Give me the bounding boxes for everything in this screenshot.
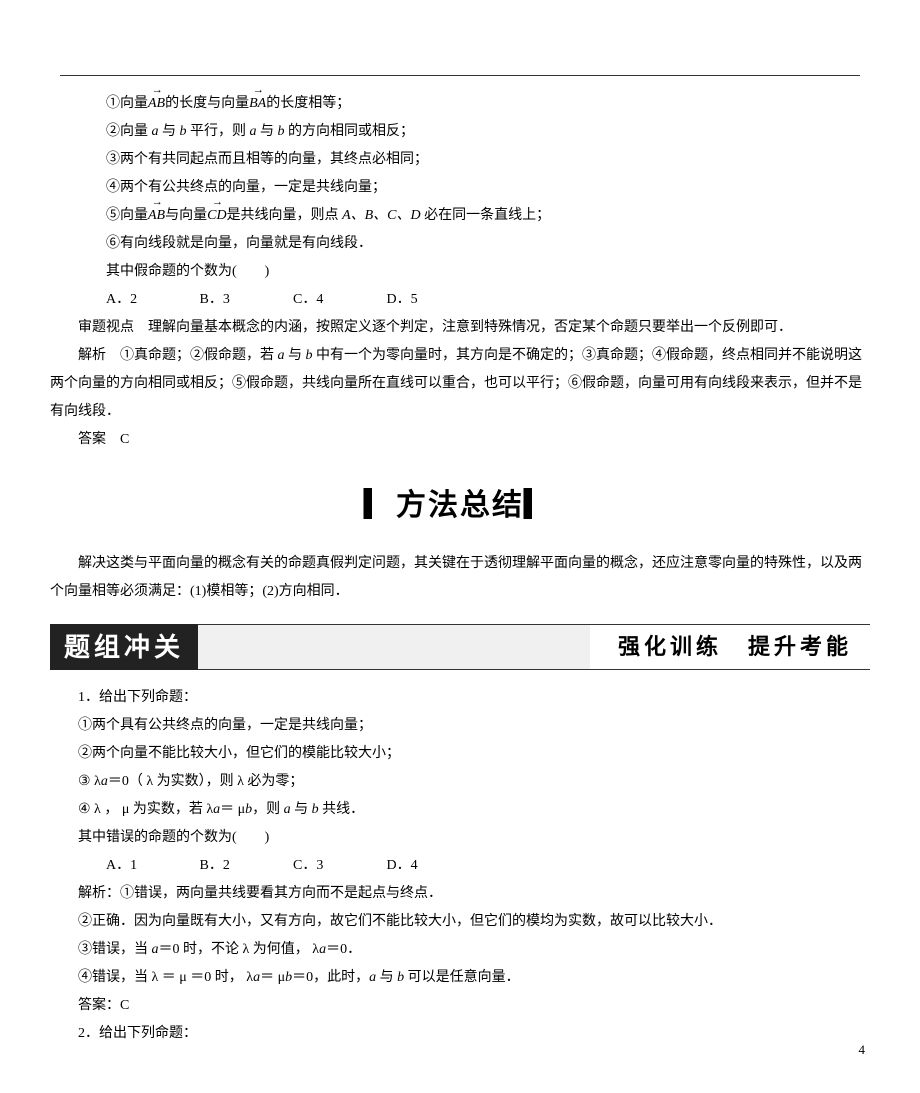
q1-exp-1: 解析：①错误，两向量共线要看其方向而不是起点与终点． [50, 880, 870, 908]
option-a: A．2 [106, 286, 196, 314]
q1-count-question: 其中错误的命题的个数为( ) [50, 824, 870, 852]
points: A、B、C、D [342, 208, 421, 223]
stmt-1: ①向量AB的长度与向量BA的长度相等； [50, 90, 870, 118]
q1-lead: 1．给出下列命题： [50, 684, 870, 712]
q1-stmt-4: ④ λ ， μ 为实数，若 λa＝ μb，则 a 与 b 共线． [50, 796, 870, 824]
text: 与 [285, 348, 306, 363]
count-question: 其中假命题的个数为( ) [50, 258, 870, 286]
var-a: a [101, 774, 108, 789]
text: 的方向相同或相反； [285, 124, 415, 139]
var-b: b [278, 124, 285, 139]
option-b: B．3 [200, 286, 290, 314]
method-summary-title: ▎方法总结▎ [364, 489, 556, 522]
q1-stmt-1: ①两个具有公共终点的向量，一定是共线向量； [50, 712, 870, 740]
text: ＝0 时，不论 λ 为何值， λ [159, 942, 320, 957]
var-a: a [250, 124, 257, 139]
var-b: b [180, 124, 187, 139]
method-summary-body: 解决这类与平面向量的概念有关的命题真假判定问题，其关键在于透彻理解平面向量的概念… [50, 550, 870, 606]
page-body: ①向量AB的长度与向量BA的长度相等； ②向量 a 与 b 平行，则 a 与 b… [50, 90, 870, 1048]
text: 的长度与向量 [165, 96, 249, 111]
band-gap [198, 624, 590, 670]
text: ④错误，当 λ ＝ μ ＝0 时， λ [78, 970, 253, 985]
band-right-title: 强化训练 提升考能 [590, 624, 870, 670]
option-c: C．3 [293, 852, 383, 880]
explanation-1: 解析 ①真命题；②假命题，若 a 与 b 中有一个为零向量时，其方向是不确定的；… [50, 342, 870, 426]
vector-cd: CD [207, 202, 226, 230]
text: ①向量 [106, 96, 148, 111]
text: 与 [291, 802, 312, 817]
q1-answer: 答案：C [50, 992, 870, 1020]
text: ⑤向量 [106, 208, 148, 223]
vector-ba: BA [249, 90, 266, 118]
var-b: b [306, 348, 313, 363]
method-summary-header: ▎方法总结▎ [50, 476, 870, 536]
text: 平行，则 [187, 124, 250, 139]
stmt-6: ⑥有向线段就是向量，向量就是有向线段． [50, 230, 870, 258]
analysis-hint: 审题视点 理解向量基本概念的内涵，按照定义逐个判定，注意到特殊情况，否定某个命题… [50, 314, 870, 342]
stmt-3: ③两个有共同起点而且相等的向量，其终点必相同； [50, 146, 870, 174]
text: 与 [376, 970, 397, 985]
text: ③错误，当 [78, 942, 152, 957]
stmt-5: ⑤向量AB与向量CD是共线向量，则点 A、B、C、D 必在同一条直线上； [50, 202, 870, 230]
text: 的长度相等； [266, 96, 350, 111]
text: 共线． [319, 802, 365, 817]
option-c: C．4 [293, 286, 383, 314]
q2-lead: 2．给出下列命题： [50, 1020, 870, 1048]
q1-exp-2: ②正确．因为向量既有大小，又有方向，故它们不能比较大小，但它们的模均为实数，故可… [50, 908, 870, 936]
vector-ab: AB [148, 202, 165, 230]
answer-1: 答案 C [50, 426, 870, 454]
text: ③ λ [78, 774, 101, 789]
page-number: 4 [859, 1037, 866, 1063]
text: 可以是任意向量． [404, 970, 520, 985]
text: ＝ μ [260, 970, 285, 985]
text: 解析 ①真命题；②假命题，若 [78, 348, 278, 363]
text: ＝0． [326, 942, 361, 957]
text: ＝0（ λ 为实数），则 λ 必为零； [108, 774, 304, 789]
q1-exp-4: ④错误，当 λ ＝ μ ＝0 时， λa＝ μb＝0，此时，a 与 b 可以是任… [50, 964, 870, 992]
text: 是共线向量，则点 [227, 208, 343, 223]
text: ＝0，此时， [292, 970, 369, 985]
var-a: a [152, 124, 159, 139]
q1-option-row: A．1 B．2 C．3 D．4 [50, 852, 870, 880]
page-rule [60, 75, 860, 76]
q1-exp-3: ③错误，当 a＝0 时，不论 λ 为何值， λa＝0． [50, 936, 870, 964]
stmt-4: ④两个有公共终点的向量，一定是共线向量； [50, 174, 870, 202]
stmt-2: ②向量 a 与 b 平行，则 a 与 b 的方向相同或相反； [50, 118, 870, 146]
q1-stmt-3: ③ λa＝0（ λ 为实数），则 λ 必为零； [50, 768, 870, 796]
practice-band: 题组冲关 强化训练 提升考能 [50, 624, 870, 670]
text: 与 [159, 124, 180, 139]
q1-stmt-2: ②两个向量不能比较大小，但它们的模能比较大小； [50, 740, 870, 768]
text: 与向量 [165, 208, 207, 223]
text: ②向量 [106, 124, 152, 139]
text: ＝ μ [220, 802, 245, 817]
var-b: b [312, 802, 319, 817]
var-a: a [152, 942, 159, 957]
vector-ab: AB [148, 90, 165, 118]
option-a: A．1 [106, 852, 196, 880]
option-b: B．2 [200, 852, 290, 880]
text: 与 [257, 124, 278, 139]
option-row: A．2 B．3 C．4 D．5 [50, 286, 870, 314]
var-a: a [278, 348, 285, 363]
var-a: a [284, 802, 291, 817]
text: 必在同一条直线上； [421, 208, 551, 223]
text: ④ λ ， μ 为实数，若 λ [78, 802, 213, 817]
option-d: D．4 [387, 852, 477, 880]
band-left-title: 题组冲关 [50, 624, 198, 670]
option-d: D．5 [387, 286, 477, 314]
text: ，则 [252, 802, 284, 817]
